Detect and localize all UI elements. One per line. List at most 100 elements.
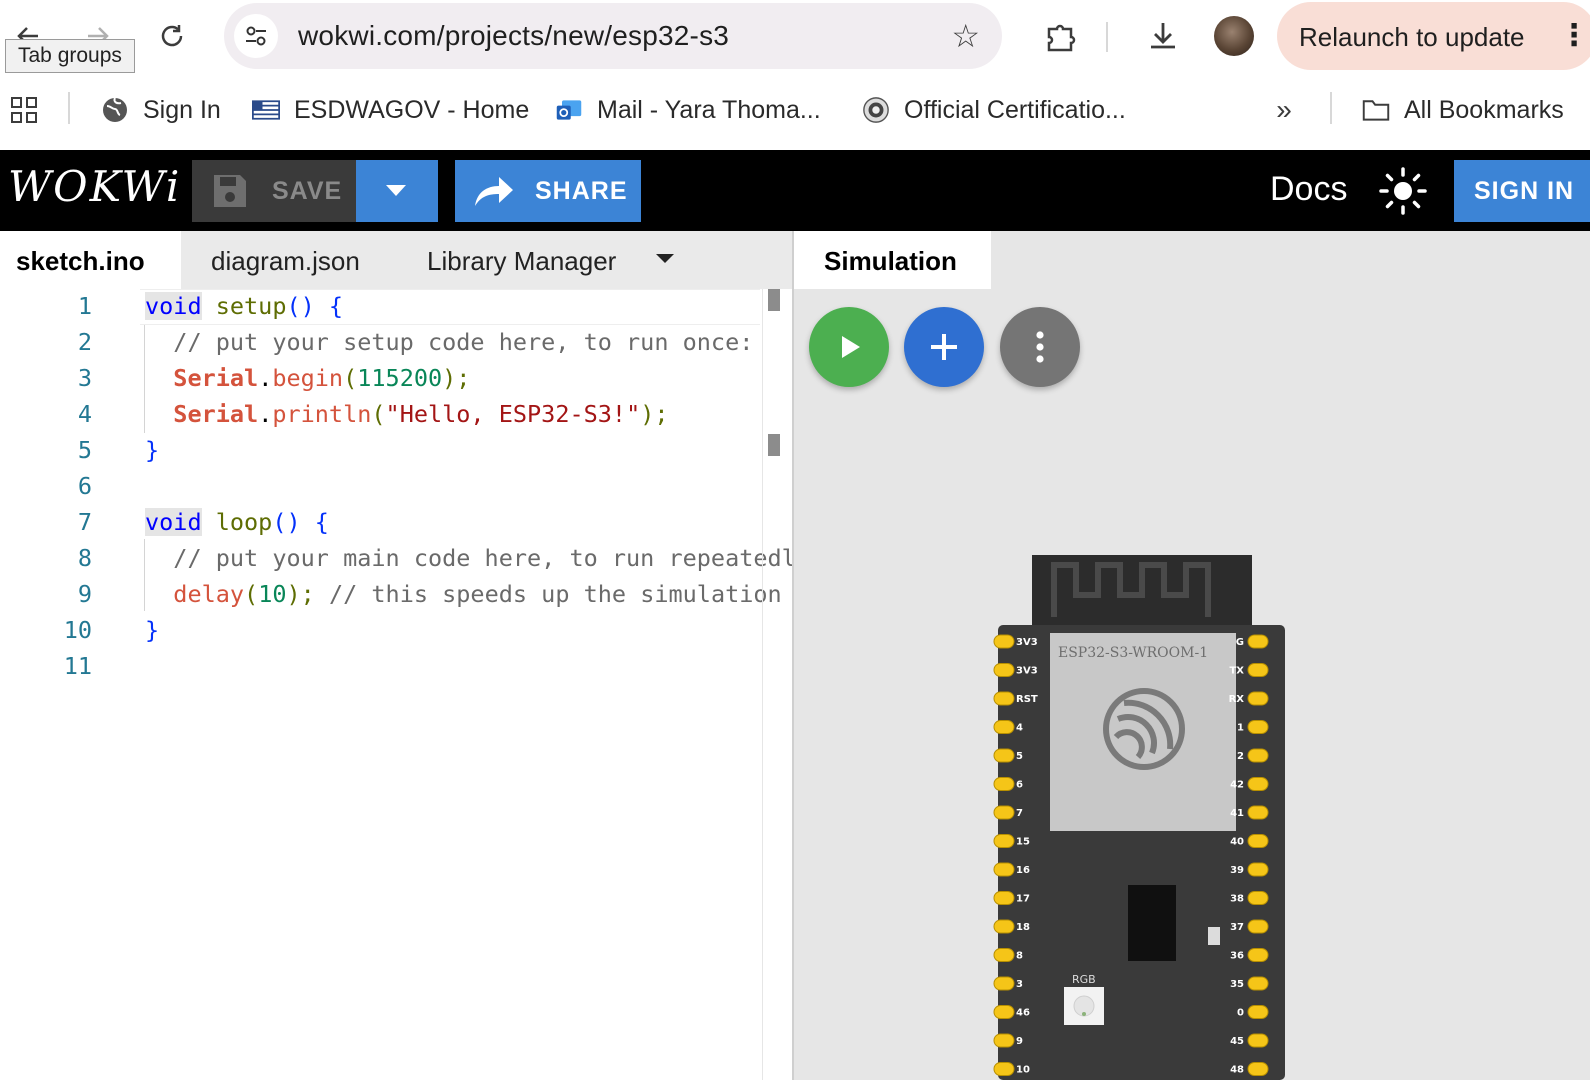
punctuation: (: [371, 400, 386, 428]
comment: // put your setup code here, to run once…: [145, 328, 754, 356]
pin-37[interactable]: [1247, 919, 1269, 934]
pin-17[interactable]: [993, 891, 1015, 905]
download-icon: [1151, 23, 1175, 49]
code-area[interactable]: 1 void setup() { 2 // put your setup cod…: [0, 289, 792, 1080]
bookmark-sign-in[interactable]: Sign In: [101, 90, 221, 130]
code-line-5: 5 }: [0, 433, 792, 469]
pin-3[interactable]: [993, 976, 1015, 991]
browser-chrome: Tab groups wokwi.com/projects/new/esp32-…: [0, 0, 1590, 150]
site-info-button[interactable]: [234, 14, 278, 58]
pin-3V3[interactable]: [993, 663, 1015, 677]
punctuation: () {: [286, 292, 344, 320]
pin-40[interactable]: [1247, 834, 1269, 848]
bookmark-mail[interactable]: Mail - Yara Thoma...: [555, 90, 821, 130]
pin-RX[interactable]: [1247, 691, 1269, 706]
tab-library-manager[interactable]: Library Manager: [393, 231, 653, 289]
pin-39[interactable]: [1247, 862, 1269, 877]
pin-41[interactable]: [1247, 805, 1269, 820]
pin-1[interactable]: [1247, 720, 1269, 734]
pin-TX[interactable]: [1247, 663, 1269, 677]
start-simulation-button[interactable]: [809, 307, 889, 387]
method-name: begin: [272, 364, 344, 392]
more-bookmarks-button[interactable]: »: [1262, 88, 1306, 132]
pin-0[interactable]: [1247, 1005, 1269, 1019]
pin-42[interactable]: [1247, 777, 1269, 791]
profile-avatar[interactable]: [1214, 16, 1254, 56]
pin-G[interactable]: [1247, 634, 1269, 649]
punctuation: );: [442, 364, 471, 392]
bookmark-certification[interactable]: Official Certificatio...: [862, 90, 1126, 130]
play-icon: [842, 336, 860, 358]
tabs-dropdown-button[interactable]: [656, 251, 686, 271]
reload-button[interactable]: [150, 14, 194, 58]
apps-button[interactable]: [2, 88, 46, 132]
all-bookmarks[interactable]: All Bookmarks: [1362, 90, 1564, 130]
relaunch-to-update-button[interactable]: Relaunch to update ⋮: [1277, 2, 1590, 70]
esp32-s3-board[interactable]: ESP32-S3-WROOM-1 RGB 3V33V3RST4567151617…: [990, 555, 1290, 1080]
theme-toggle-sun-icon[interactable]: [1378, 166, 1428, 216]
pin-label: TX: [1229, 666, 1244, 677]
editor-scrollbar[interactable]: [762, 289, 792, 1080]
tab-diagram-json[interactable]: diagram.json: [181, 231, 393, 289]
line-number: 7: [77, 508, 92, 536]
pin-38[interactable]: [1247, 891, 1269, 905]
more-options-button[interactable]: [1000, 307, 1080, 387]
pin-label: 10: [1016, 1065, 1030, 1076]
line-number: 3: [77, 364, 92, 392]
pin-7[interactable]: [993, 805, 1015, 820]
more-vert-icon: [1036, 331, 1044, 363]
pin-48[interactable]: [1247, 1062, 1269, 1076]
line-number: 9: [77, 580, 92, 608]
downloads-button[interactable]: [1141, 14, 1185, 58]
url-text[interactable]: wokwi.com/projects/new/esp32-s3: [298, 20, 729, 52]
save-options-dropdown[interactable]: [356, 160, 438, 222]
more-vert-icon[interactable]: ⋮: [1559, 18, 1589, 53]
share-button[interactable]: SHARE: [455, 160, 641, 222]
pin-RST[interactable]: [993, 691, 1015, 706]
pin-10[interactable]: [993, 1062, 1015, 1076]
pin-9[interactable]: [993, 1033, 1015, 1048]
tab-simulation[interactable]: Simulation: [794, 231, 991, 289]
docs-link[interactable]: Docs: [1270, 170, 1347, 209]
pin-16[interactable]: [993, 862, 1015, 877]
number-literal: 115200: [357, 364, 443, 392]
pin-36[interactable]: [1247, 948, 1269, 962]
pin-label: 15: [1016, 837, 1030, 848]
plus-icon: [931, 334, 957, 360]
pin-6[interactable]: [993, 777, 1015, 791]
scrollbar-thumb[interactable]: [768, 289, 780, 311]
pin-46[interactable]: [993, 1005, 1015, 1019]
pin-8[interactable]: [993, 948, 1015, 962]
extensions-button[interactable]: [1038, 14, 1082, 58]
pin-3V3[interactable]: [993, 634, 1015, 649]
add-part-button[interactable]: [904, 307, 984, 387]
pin-label: 3: [1016, 979, 1023, 990]
punctuation: );: [286, 580, 329, 608]
address-bar[interactable]: wokwi.com/projects/new/esp32-s3 ☆: [224, 3, 1002, 69]
pin-18[interactable]: [993, 919, 1015, 934]
line-number: 2: [77, 328, 92, 356]
bookmark-esdwagov[interactable]: ESDWAGOV - Home: [252, 90, 529, 130]
pin-2[interactable]: [1247, 748, 1269, 763]
tab-sketch-ino[interactable]: sketch.ino: [0, 231, 181, 289]
pin-35[interactable]: [1247, 976, 1269, 991]
pin-label: 18: [1016, 922, 1030, 933]
wokwi-logo[interactable]: WOKWi: [8, 162, 181, 211]
pin-label: 41: [1230, 808, 1244, 819]
folder-icon: [1362, 96, 1390, 124]
pin-5[interactable]: [993, 748, 1015, 763]
pin-label: 0: [1237, 1008, 1244, 1019]
code-editor-pane: sketch.ino diagram.json Library Manager …: [0, 231, 792, 1080]
pin-45[interactable]: [1247, 1033, 1269, 1048]
code-line-1: 1 void setup() {: [0, 289, 792, 325]
pin-4[interactable]: [993, 720, 1015, 734]
pin-15[interactable]: [993, 834, 1015, 848]
save-button[interactable]: SAVE: [192, 160, 356, 222]
bookmark-star-icon[interactable]: ☆: [951, 17, 980, 55]
bookmark-label: Official Certificatio...: [904, 95, 1126, 124]
line-number: 11: [63, 652, 92, 680]
code-line-11: 11: [0, 649, 792, 685]
code-line-7: 7 void loop() {: [0, 505, 792, 541]
sign-in-button[interactable]: SIGN IN: [1454, 160, 1590, 222]
toolbar-divider: [1106, 22, 1108, 52]
